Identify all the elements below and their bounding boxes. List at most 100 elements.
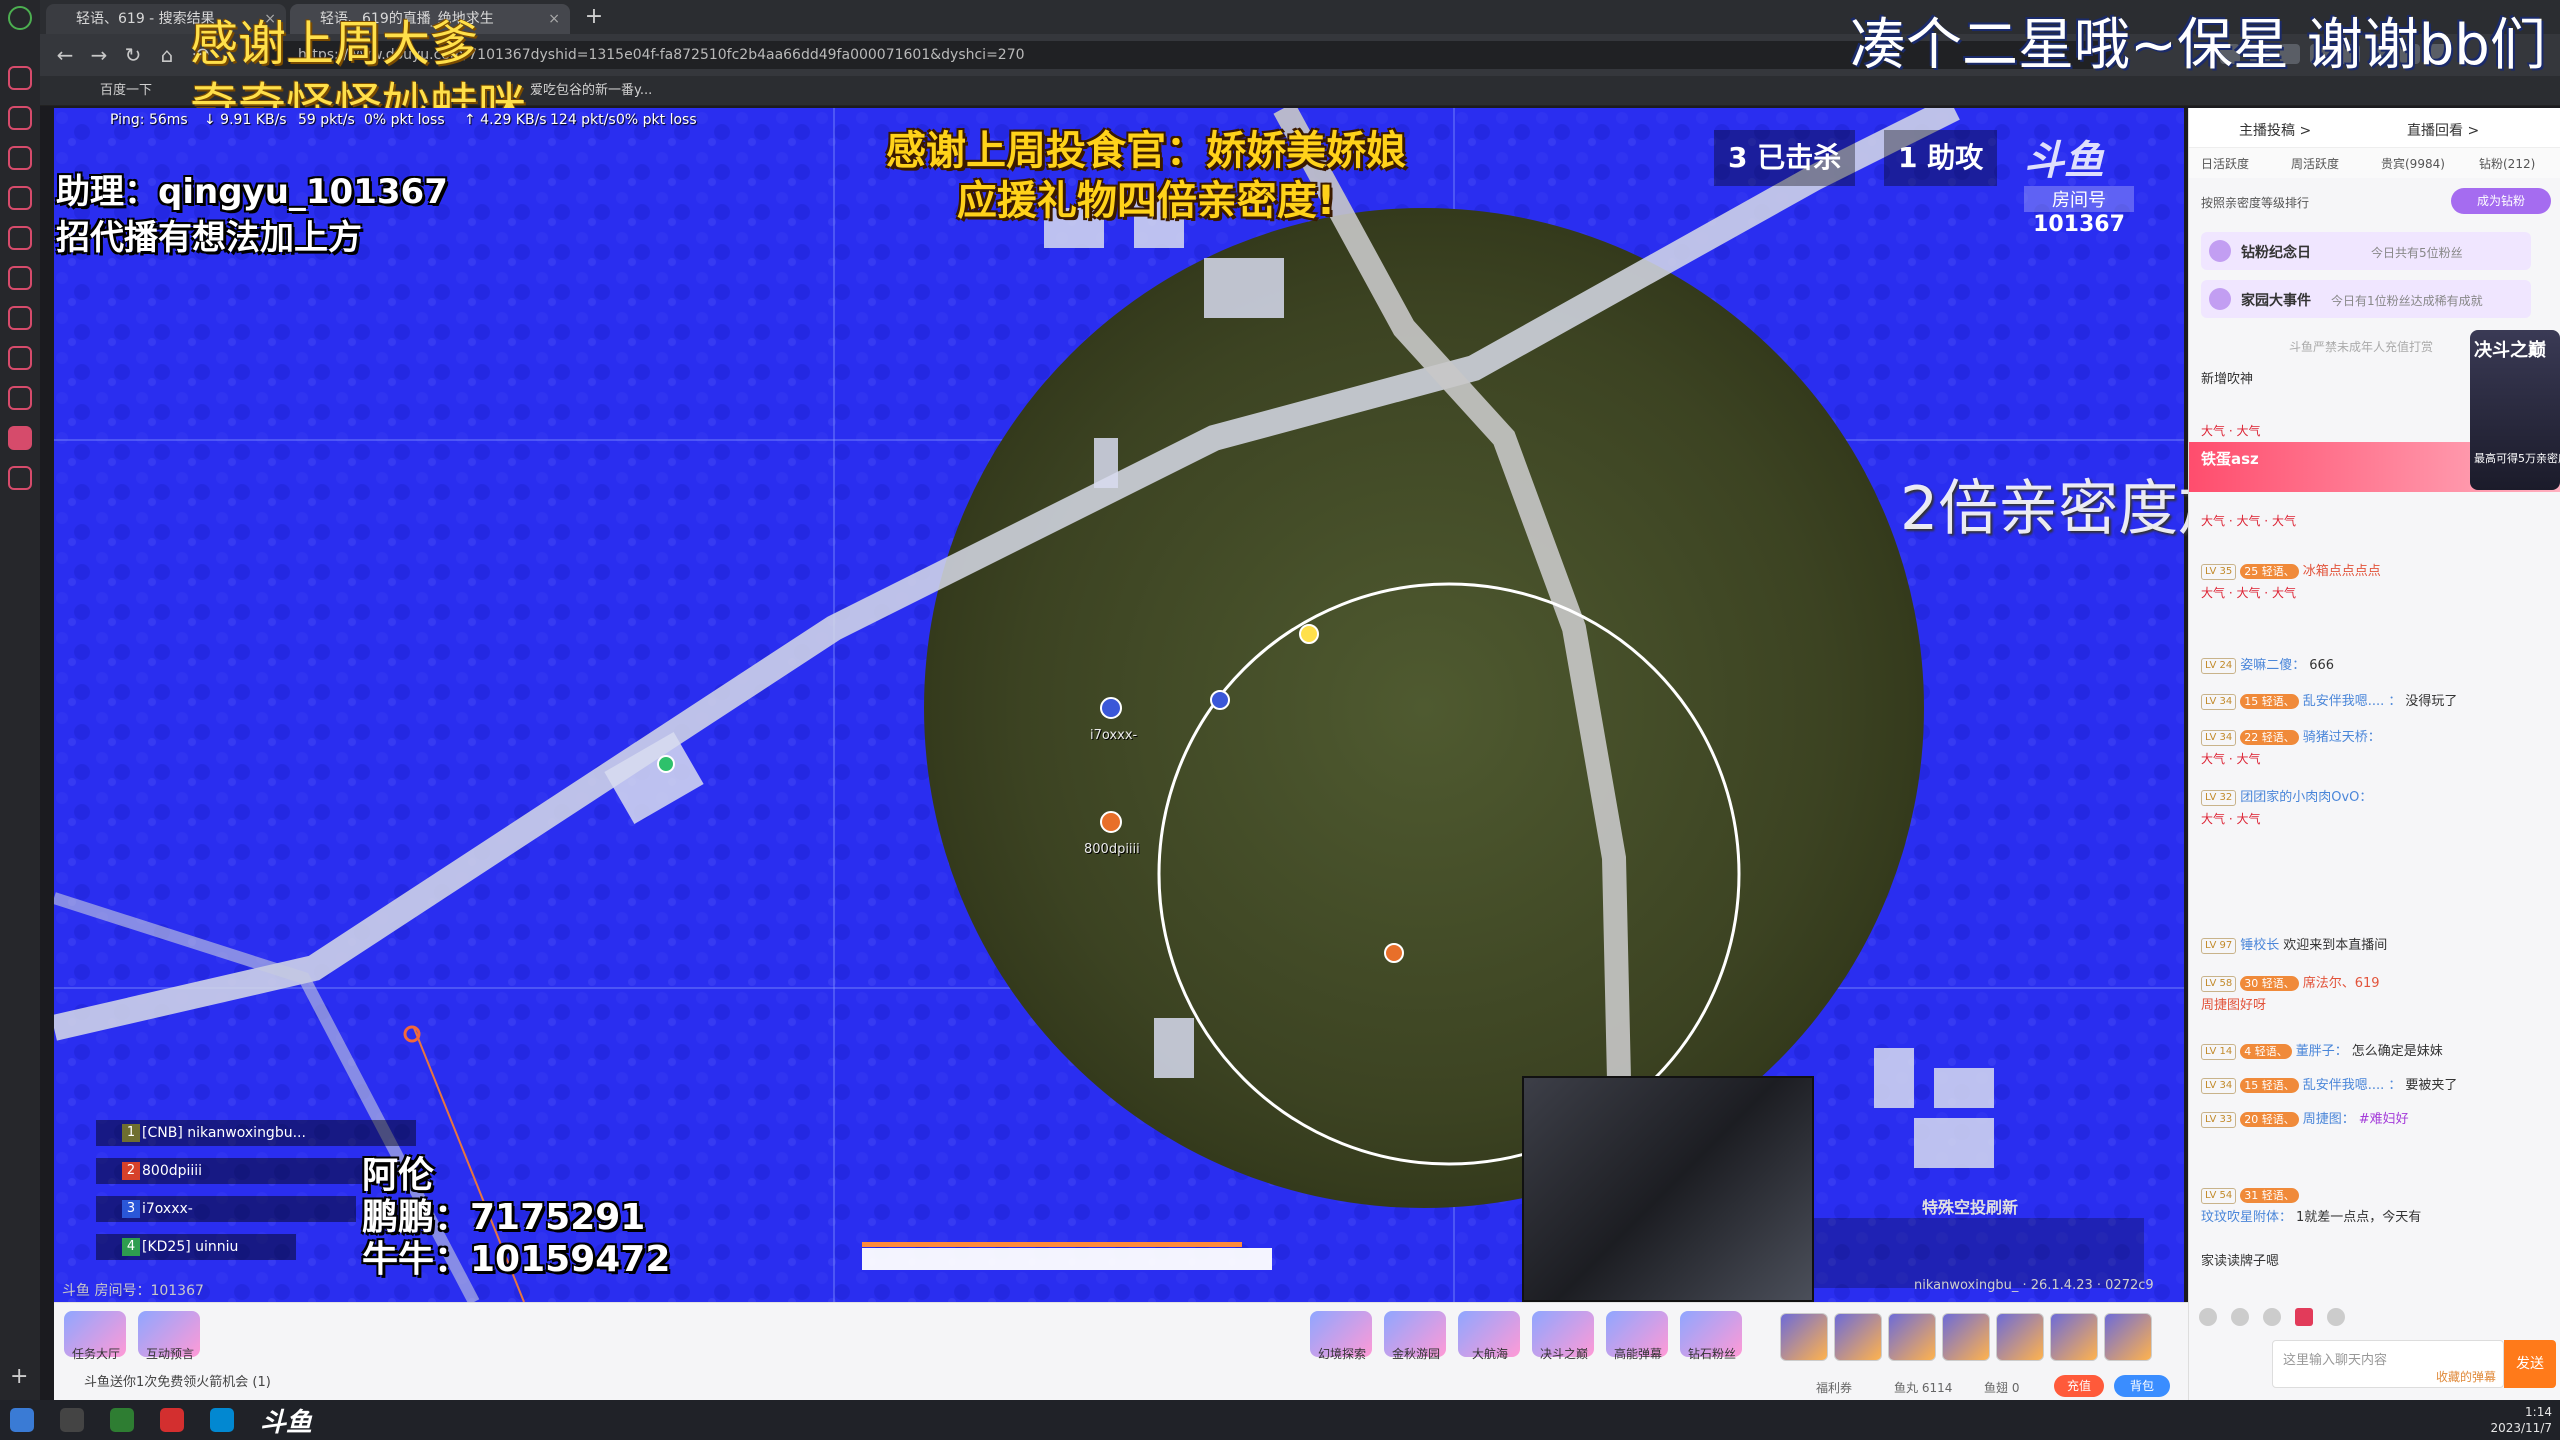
gift-item[interactable] bbox=[1888, 1313, 1936, 1361]
level-badge: LV 58 bbox=[2201, 975, 2237, 992]
add-icon[interactable]: + bbox=[10, 1364, 28, 1389]
app-icon[interactable] bbox=[60, 1408, 84, 1432]
high-energy-label: 高能弹幕 bbox=[1613, 1347, 1662, 1361]
gift-item[interactable] bbox=[1780, 1313, 1828, 1361]
assistant-caption: 助理：qingyu_101367 bbox=[56, 172, 448, 212]
chat-message: LV 35 25 轻语、 冰箱点点点点 bbox=[2201, 562, 2541, 582]
send-button[interactable]: 发送 bbox=[2504, 1340, 2556, 1388]
chat-user[interactable]: 玟玟吹星附体： bbox=[2201, 1210, 2292, 1225]
emoji-picker-icon[interactable] bbox=[2199, 1308, 2217, 1326]
tab-diamond[interactable]: 钻粉(212) bbox=[2479, 155, 2535, 172]
crown-icon[interactable] bbox=[2263, 1308, 2281, 1326]
chat-tools bbox=[2199, 1308, 2559, 1332]
team-row: 2 800dpiiii bbox=[96, 1158, 376, 1184]
notice-title: 家园大事件 bbox=[2241, 293, 2311, 309]
bookmark-baidu[interactable]: 百度一下 bbox=[100, 81, 152, 101]
chat-user[interactable]: 席法尔、619 bbox=[2303, 976, 2380, 991]
crop-icon[interactable] bbox=[8, 266, 32, 290]
chat-message: LV 24 姿嘛二傻： 666 bbox=[2201, 656, 2541, 676]
fantasy-explore-label: 幻境探索 bbox=[1317, 1347, 1366, 1361]
level-badge: LV 34 bbox=[2201, 1077, 2237, 1094]
close-icon[interactable]: × bbox=[548, 4, 560, 34]
url-field[interactable]: https://www.douyu.com/7101367dyshid=1315… bbox=[260, 41, 2120, 69]
gift-item[interactable] bbox=[1996, 1313, 2044, 1361]
tab-vip[interactable]: 贵宾(9984) bbox=[2381, 155, 2445, 172]
douyu-icon[interactable] bbox=[8, 426, 32, 450]
link-replays[interactable]: 直播回看 > bbox=[2407, 120, 2479, 140]
task-hall-label: 任务大厅 bbox=[71, 1347, 120, 1361]
bookmark-item[interactable]: 爱吃包谷的新一番y... bbox=[530, 81, 652, 101]
tab-weekly[interactable]: 周活跃度 bbox=[2291, 155, 2339, 172]
home-icon[interactable]: ⌂ bbox=[154, 42, 180, 68]
duel-peak-card[interactable]: 决斗之巅 最高可得5万亲密度 bbox=[2470, 330, 2560, 490]
gift-icon[interactable] bbox=[2327, 1308, 2345, 1326]
net-up: ↑ 4.29 KB/s bbox=[464, 112, 547, 128]
browser-logo-icon[interactable] bbox=[8, 6, 32, 30]
gift-item[interactable] bbox=[2050, 1313, 2098, 1361]
video-player[interactable]: Ping: 56ms ↓ 9.91 KB/s 59 pkt/s 0% pkt l… bbox=[54, 108, 2184, 1302]
notice-sub: 今日共有5位粉丝 bbox=[2371, 246, 2463, 260]
level-badge: LV 97 bbox=[2201, 937, 2237, 954]
chat-user[interactable]: 董胖子： bbox=[2296, 1044, 2348, 1059]
fan-badge: 30 轻语、 bbox=[2240, 976, 2299, 991]
apps-icon[interactable] bbox=[8, 386, 32, 410]
notes-icon[interactable] bbox=[8, 186, 32, 210]
chat-message: LV 32 团团家的小肉肉OvO： bbox=[2201, 788, 2541, 808]
gift-item[interactable] bbox=[2104, 1313, 2152, 1361]
reload-icon[interactable]: ↻ bbox=[120, 42, 146, 68]
net-ping: Ping: 56ms bbox=[110, 112, 188, 128]
coupon-stat[interactable]: 福利券 bbox=[1816, 1379, 1852, 1396]
chat-user[interactable]: 周捷图： bbox=[2303, 1112, 2355, 1127]
chat-user[interactable]: 姿嘛二傻： bbox=[2240, 658, 2305, 673]
fan-icon[interactable] bbox=[2295, 1308, 2313, 1326]
horn-icon[interactable] bbox=[2231, 1308, 2249, 1326]
become-fan-button[interactable]: 成为钻粉 bbox=[2451, 188, 2551, 214]
chat-text: 欢迎来到本直播间 bbox=[2283, 938, 2388, 953]
notice-home-events[interactable]: 家园大事件 今日有1位粉丝达成稀有成就 bbox=[2201, 280, 2531, 318]
chat-user[interactable]: 骑猪过天桥： bbox=[2303, 730, 2381, 745]
bag-icon[interactable] bbox=[8, 146, 32, 170]
emoji-text: 大气 bbox=[2201, 586, 2226, 600]
back-icon[interactable]: ← bbox=[52, 42, 78, 68]
gif-icon[interactable] bbox=[8, 306, 32, 330]
gift-item[interactable] bbox=[1942, 1313, 1990, 1361]
backpack-button[interactable]: 背包 bbox=[2114, 1375, 2170, 1397]
emoji-text: 大气 bbox=[2201, 812, 2226, 826]
douyu-taskbar-logo[interactable]: 斗鱼 bbox=[260, 1402, 312, 1439]
fan-badge: 25 轻语、 bbox=[2240, 564, 2299, 579]
promo-text[interactable]: 斗鱼送你1次免费领火箭机会 (1) bbox=[84, 1371, 271, 1390]
assists-counter: 1 助攻 bbox=[1884, 130, 1998, 186]
duel-peak-title: 决斗之巅 bbox=[2474, 340, 2546, 361]
team-name: 800dpiiii bbox=[142, 1163, 203, 1179]
forward-icon[interactable]: → bbox=[86, 42, 112, 68]
notice-anniversary[interactable]: 钻粉纪念日 今日共有5位粉丝 bbox=[2201, 232, 2531, 270]
taskbar: 斗鱼 1:14 2023/11/7 bbox=[0, 1400, 2560, 1440]
app-icon[interactable] bbox=[160, 1408, 184, 1432]
new-tab-button[interactable]: + bbox=[580, 4, 608, 32]
autumn-garden-label: 金秋游园 bbox=[1391, 1347, 1440, 1361]
chat-user[interactable]: 乱安伴我嗯.... ： bbox=[2303, 694, 2402, 709]
translate-icon[interactable] bbox=[8, 466, 32, 490]
star-icon[interactable] bbox=[8, 66, 32, 90]
chat-user[interactable]: 团团家的小肉肉OvO： bbox=[2240, 790, 2372, 805]
chat-user[interactable]: 乱安伴我嗯.... ： bbox=[2303, 1078, 2402, 1093]
gift-item[interactable] bbox=[1834, 1313, 1882, 1361]
link-uploads[interactable]: 主播投稿 > bbox=[2239, 120, 2311, 140]
player-marker bbox=[1100, 811, 1122, 833]
player-label: 800dpiiii bbox=[1084, 842, 1140, 857]
chat-message-cont: 玟玟吹星附体： 1就差一点点，今天有 bbox=[2201, 1208, 2541, 1228]
browser-icon[interactable] bbox=[110, 1408, 134, 1432]
history-icon[interactable] bbox=[8, 106, 32, 130]
recharge-button[interactable]: 充值 bbox=[2054, 1375, 2104, 1397]
collected-danmu[interactable]: 收藏的弹幕 bbox=[2436, 1368, 2496, 1385]
document-icon[interactable] bbox=[8, 226, 32, 250]
diamond-fan-label: 钻石粉丝 bbox=[1687, 1347, 1736, 1361]
app-icon[interactable] bbox=[210, 1408, 234, 1432]
start-icon[interactable] bbox=[10, 1408, 34, 1432]
kills-counter: 3 已击杀 bbox=[1714, 130, 1856, 186]
chat-user[interactable]: 冰箱点点点点 bbox=[2303, 564, 2381, 579]
tab-daily[interactable]: 日活跃度 bbox=[2201, 155, 2249, 172]
banner-user: 铁蛋asz bbox=[2201, 450, 2259, 468]
chat-user[interactable]: 锤校长 bbox=[2240, 938, 2279, 953]
record-icon[interactable] bbox=[8, 346, 32, 370]
